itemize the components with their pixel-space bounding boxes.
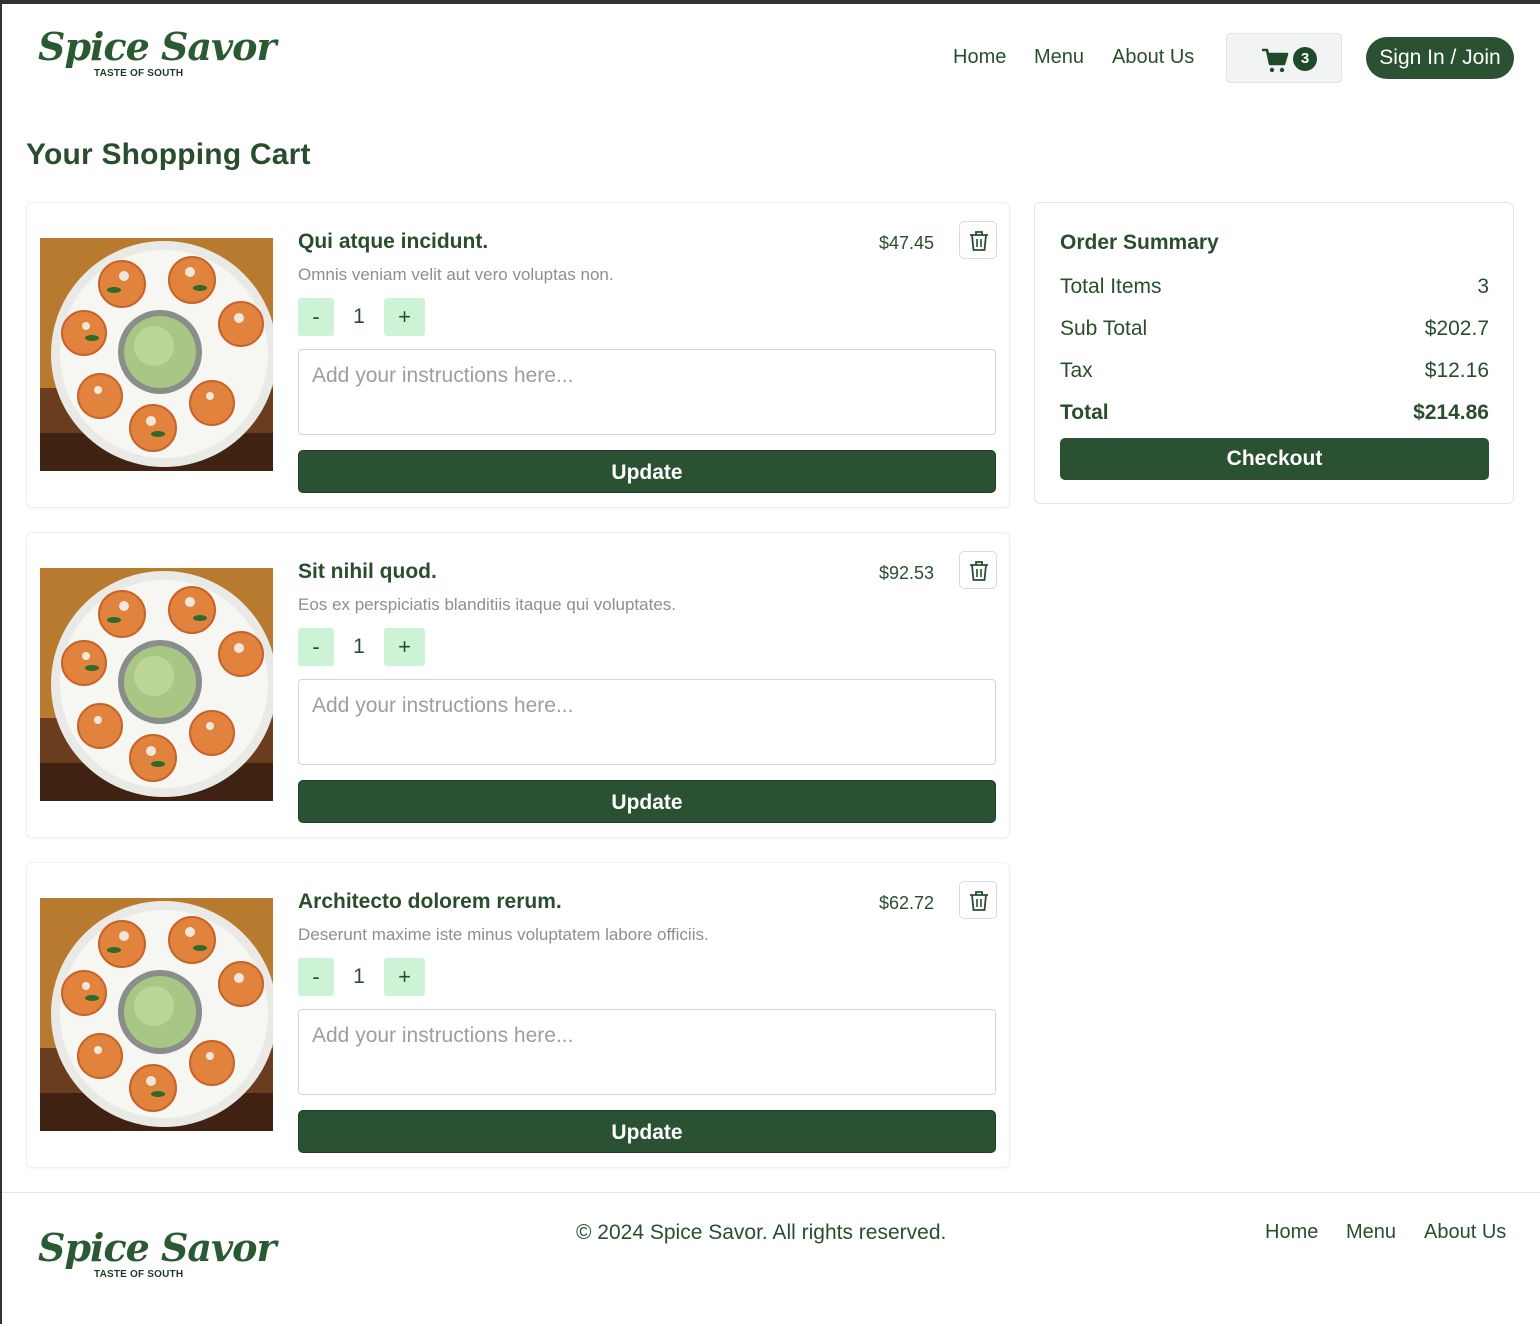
summary-total-row: Total $214.86	[1060, 401, 1489, 427]
quantity-value: 1	[353, 965, 365, 988]
item-description: Omnis veniam velit aut vero voluptas non…	[298, 265, 614, 284]
footer-home-link[interactable]: Home	[1265, 1221, 1318, 1244]
summary-label: Total Items	[1060, 275, 1162, 298]
nav-menu-link[interactable]: Menu	[1034, 46, 1084, 69]
item-title: Architecto dolorem rerum.	[298, 890, 562, 913]
summary-total-items-row: Total Items 3	[1060, 275, 1489, 301]
trash-icon	[970, 231, 988, 251]
summary-label: Total	[1060, 401, 1109, 424]
cart-icon	[1262, 48, 1289, 73]
checkout-button[interactable]: Checkout	[1060, 438, 1489, 480]
brand-name: Spice Savor	[38, 24, 277, 69]
delete-item-button[interactable]	[959, 551, 997, 589]
delete-item-button[interactable]	[959, 881, 997, 919]
cart-item-card: Sit nihil quod. $92.53 Eos ex perspiciat…	[26, 532, 1010, 838]
instructions-input[interactable]	[298, 679, 996, 765]
trash-icon	[970, 561, 988, 581]
item-title: Qui atque incidunt.	[298, 230, 489, 253]
brand-tagline: TASTE OF SOUTH	[94, 1269, 184, 1280]
copyright-text: © 2024 Spice Savor. All rights reserved.	[576, 1221, 947, 1244]
site-footer: Spice Savor TASTE OF SOUTH © 2024 Spice …	[2, 1192, 1540, 1324]
food-image	[40, 568, 273, 801]
brand-name: Spice Savor	[38, 1225, 277, 1270]
food-image	[40, 898, 273, 1131]
cart-item-card: Qui atque incidunt. $47.45 Omnis veniam …	[26, 202, 1010, 508]
cart-count-badge: 3	[1293, 47, 1317, 71]
trash-icon	[970, 891, 988, 911]
increase-quantity-button[interactable]: +	[384, 628, 425, 666]
summary-label: Tax	[1060, 359, 1093, 382]
quantity-stepper: - 1 +	[298, 628, 425, 666]
summary-tax-row: Tax $12.16	[1060, 359, 1489, 385]
summary-label: Sub Total	[1060, 317, 1148, 340]
increase-quantity-button[interactable]: +	[384, 298, 425, 336]
item-description: Deserunt maxime iste minus voluptatem la…	[298, 925, 709, 944]
food-image	[40, 238, 273, 471]
instructions-input[interactable]	[298, 349, 996, 435]
summary-value: $202.7	[1424, 317, 1489, 340]
decrease-quantity-button[interactable]: -	[298, 298, 334, 336]
cart-item-card: Architecto dolorem rerum. $62.72 Deserun…	[26, 862, 1010, 1168]
quantity-value: 1	[353, 305, 365, 328]
footer-about-link[interactable]: About Us	[1424, 1221, 1506, 1244]
item-price: $62.72	[878, 893, 934, 913]
brand-tagline: TASTE OF SOUTH	[94, 68, 184, 79]
footer-menu-link[interactable]: Menu	[1346, 1221, 1396, 1244]
cart-button[interactable]: 3	[1226, 33, 1342, 83]
update-button[interactable]: Update	[298, 450, 996, 493]
delete-item-button[interactable]	[959, 221, 997, 259]
quantity-stepper: - 1 +	[298, 958, 425, 996]
update-button[interactable]: Update	[298, 1110, 996, 1153]
summary-value: $12.16	[1424, 359, 1489, 382]
footer-brand-logo[interactable]: Spice Savor TASTE OF SOUTH	[38, 1225, 277, 1285]
update-button[interactable]: Update	[298, 780, 996, 823]
decrease-quantity-button[interactable]: -	[298, 958, 334, 996]
site-header: Spice Savor TASTE OF SOUTH Home Menu Abo…	[2, 4, 1540, 114]
sign-in-button[interactable]: Sign In / Join	[1366, 37, 1514, 79]
summary-subtotal-row: Sub Total $202.7	[1060, 317, 1489, 343]
quantity-stepper: - 1 +	[298, 298, 425, 336]
nav-home-link[interactable]: Home	[953, 46, 1006, 69]
item-price: $47.45	[878, 233, 934, 253]
order-summary-title: Order Summary	[1060, 231, 1219, 254]
item-title: Sit nihil quod.	[298, 560, 437, 583]
order-summary-panel: Order Summary Total Items 3 Sub Total $2…	[1034, 202, 1514, 504]
increase-quantity-button[interactable]: +	[384, 958, 425, 996]
quantity-value: 1	[353, 635, 365, 658]
summary-value: 3	[1477, 275, 1489, 298]
decrease-quantity-button[interactable]: -	[298, 628, 334, 666]
summary-value: $214.86	[1413, 401, 1489, 424]
item-description: Eos ex perspiciatis blanditiis itaque qu…	[298, 595, 676, 614]
brand-logo[interactable]: Spice Savor TASTE OF SOUTH	[38, 24, 277, 84]
item-price: $92.53	[878, 563, 934, 583]
nav-about-link[interactable]: About Us	[1112, 46, 1194, 69]
page-title: Your Shopping Cart	[26, 138, 311, 171]
instructions-input[interactable]	[298, 1009, 996, 1095]
